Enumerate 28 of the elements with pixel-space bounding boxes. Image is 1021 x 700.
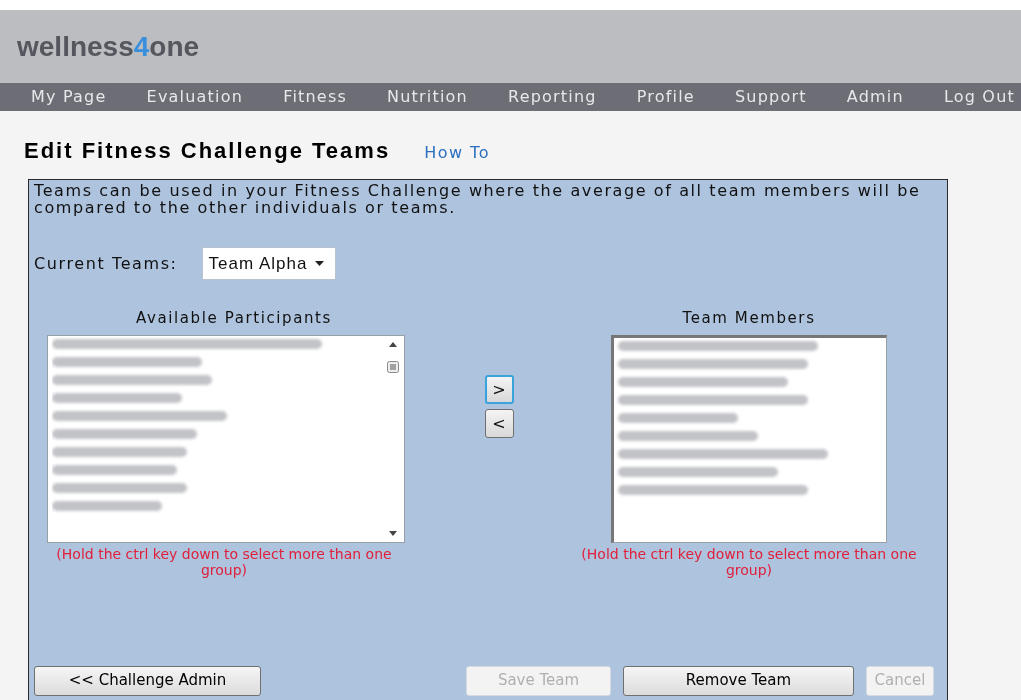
nav-link[interactable]: Log Out: [943, 85, 1015, 109]
action-button[interactable]: << Challenge Admin: [34, 665, 261, 696]
nav-link[interactable]: My Page: [31, 85, 107, 109]
nav-link[interactable]: Nutrition: [387, 85, 468, 109]
nav-link[interactable]: Evaluation: [146, 85, 244, 109]
action-button[interactable]: Remove Team: [623, 665, 854, 696]
how-to-link[interactable]: How To: [424, 141, 490, 165]
nav-link[interactable]: Fitness: [283, 85, 347, 109]
logo: wellness4one: [17, 29, 200, 64]
move-button[interactable]: >: [484, 375, 514, 404]
nav-link[interactable]: Support: [735, 85, 807, 109]
page-title: Edit Fitness Challenge Teams: [24, 137, 391, 165]
nav-link[interactable]: Reporting: [508, 85, 597, 109]
caret-icon: [315, 261, 325, 266]
hint-text: (Hold the ctrl key down to select more than one group): [55, 545, 393, 578]
list-heading: Team Members: [682, 308, 816, 329]
scroll-down-icon[interactable]: [389, 530, 397, 536]
hint-text: (Hold the ctrl key down to select more than one group): [580, 545, 918, 578]
members-list[interactable]: [611, 334, 887, 543]
intro-text: Teams can be used in your Fitness Challenge where the average of all team members will be compared to the other individuals or teams.: [34, 182, 922, 216]
nav-link[interactable]: Admin: [846, 85, 904, 109]
list-heading: Available Participants: [136, 308, 332, 329]
scroll-thumb-icon[interactable]: [387, 360, 399, 373]
nav-link[interactable]: Profile: [636, 85, 695, 109]
team-select[interactable]: Team Alpha: [201, 247, 336, 280]
scroll-up-icon[interactable]: [389, 341, 397, 347]
move-button[interactable]: <: [484, 409, 514, 438]
current-teams-label: Current Teams:: [34, 252, 178, 275]
